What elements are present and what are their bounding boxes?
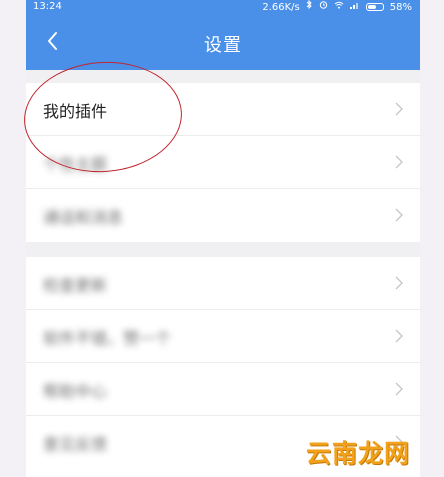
battery-percent: 58% (389, 1, 412, 13)
chevron-right-icon (395, 102, 403, 116)
wifi-icon (334, 1, 344, 14)
status-time: 13:24 (33, 1, 62, 12)
alarm-icon (319, 0, 328, 14)
settings-item-label: 通话和消息 (43, 208, 124, 227)
status-indicators: 2.66K/s 58% (262, 0, 412, 14)
chevron-right-icon (395, 276, 403, 290)
battery-icon (365, 3, 384, 11)
settings-item-2[interactable]: 个性主题 (26, 136, 420, 189)
settings-item-6[interactable]: 帮助中心 (26, 363, 420, 416)
left-background (0, 0, 26, 477)
settings-item-my-plugins[interactable]: 我的插件 (26, 83, 420, 136)
chevron-right-icon (395, 382, 403, 396)
battery-fill (367, 5, 376, 9)
network-speed: 2.66K/s (262, 1, 300, 13)
right-background (420, 0, 444, 477)
chevron-right-icon (395, 329, 403, 343)
bluetooth-icon (306, 0, 313, 14)
settings-item-label: 个性主题 (43, 155, 108, 174)
settings-item-label: 意见反馈 (43, 435, 108, 454)
phone-screen: 13:24 2.66K/s 58% 设置 我的插件 个性主题 通话和消息 检查更… (26, 0, 420, 477)
settings-item-label: 我的插件 (43, 102, 108, 121)
settings-group-1: 我的插件 个性主题 通话和消息 (26, 83, 420, 242)
header-bar: 设置 (26, 13, 420, 70)
settings-item-label: 软件不错，赞一个 (43, 329, 172, 348)
settings-item-label: 检查更新 (43, 276, 108, 295)
chevron-right-icon (395, 155, 403, 169)
signal-icon (349, 1, 360, 14)
settings-item-label: 帮助中心 (43, 382, 108, 401)
settings-item-5[interactable]: 软件不错，赞一个 (26, 310, 420, 363)
status-bar: 13:24 2.66K/s 58% (26, 0, 420, 13)
chevron-right-icon (395, 208, 403, 222)
page-title: 设置 (204, 35, 242, 56)
settings-item-4[interactable]: 检查更新 (26, 257, 420, 310)
settings-item-3[interactable]: 通话和消息 (26, 189, 420, 242)
watermark-logo: 云南龙网 (306, 439, 411, 468)
